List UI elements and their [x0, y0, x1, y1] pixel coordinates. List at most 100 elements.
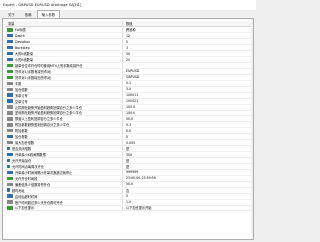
variable-name: Depth	[15, 33, 25, 38]
vertical-scrollbar[interactable]	[250, 19, 253, 239]
tab-bar: 关于 依赖 输入参数	[0, 10, 256, 18]
variable-cell: 开单最小K线间隔数根	[5, 152, 123, 158]
parameter-type-icon	[7, 188, 10, 192]
value-cell[interactable]: 3.0	[123, 87, 252, 92]
variable-cell: 大的K线数量	[5, 51, 123, 57]
value-cell[interactable]: 100011	[123, 93, 252, 98]
parameter-type-icon	[7, 117, 13, 121]
variable-name: Backstep	[15, 45, 30, 50]
variable-name: 盈利额在趋势开始盈利趋势回调百分之多少平仓	[15, 111, 82, 116]
tab-about[interactable]: 关于	[3, 11, 20, 18]
parameter-type-icon	[7, 129, 13, 133]
parameter-type-icon	[7, 63, 13, 68]
variable-name: 附加参数趋势盈利回调百分之多少平仓	[15, 123, 70, 128]
variable-name: 附加参数	[15, 129, 28, 134]
variable-cell: 手数	[5, 80, 123, 86]
tab-inputs[interactable]: 输入参数	[36, 10, 61, 18]
value-cell[interactable]: EURUSD	[123, 69, 252, 74]
value-cell[interactable]: 1.0	[123, 200, 252, 205]
value-cell[interactable]: 0.3	[123, 122, 252, 127]
variable-name: 最大加仓倍数	[15, 141, 35, 146]
value-cell[interactable]: 0.0	[123, 128, 252, 133]
parameter-type-icon	[7, 99, 13, 103]
variable-name: 货币对1(手数有减货币对)	[15, 69, 52, 74]
variable-cell: 账户时间超过多少天开仓再可开仓	[5, 199, 123, 205]
inputs-panel: 变量 数值 EA标题 跨品种 Depth 12 Deviation 5 Backstep 3 大…	[2, 18, 254, 240]
parameter-type-icon	[7, 28, 13, 32]
value-cell[interactable]: 12	[123, 33, 252, 38]
value-cell[interactable]: 100.0	[123, 105, 252, 110]
value-cell[interactable]: 是	[123, 146, 252, 151]
value-cell[interactable]: 否	[123, 188, 252, 193]
parameter-type-icon	[7, 200, 13, 204]
value-cell[interactable]: 300	[123, 152, 252, 157]
value-cell[interactable]: 5	[123, 194, 252, 199]
value-cell[interactable]: 5	[123, 134, 252, 139]
parameter-type-icon	[7, 105, 13, 109]
value-cell[interactable]: 50	[123, 51, 252, 56]
title-bar: Expert - GBPUSD EURUSD Arbitrage SA[H1]	[0, 0, 256, 10]
parameter-type-icon	[7, 176, 13, 180]
value-cell[interactable]: GBPUSD	[123, 75, 252, 80]
parameter-type-icon	[7, 170, 13, 175]
variable-name: 以下加仓提示	[15, 206, 35, 211]
value-cell[interactable]: 跨品种	[123, 27, 252, 32]
value-cell[interactable]: 50.0	[123, 116, 252, 121]
parameter-type-icon	[7, 135, 13, 139]
parameter-type-icon	[7, 194, 13, 198]
value-cell[interactable]: 23:00:00-23:59:59	[123, 176, 252, 181]
variable-cell: Backstep	[5, 45, 123, 51]
parameter-type-icon	[7, 51, 13, 56]
value-cell[interactable]: 以下加仓提示开始	[123, 206, 252, 210]
variable-name: 开单最小K线间隔数根	[15, 153, 46, 158]
parameter-type-icon	[7, 87, 13, 91]
variable-cell: 允许开仓时间段	[5, 175, 123, 181]
variable-name: 多单订号	[15, 93, 28, 98]
variable-name: 手数	[15, 81, 22, 86]
value-cell[interactable]: 0.005	[123, 140, 252, 145]
variable-cell: 以下加仓提示	[5, 205, 123, 211]
parameter-type-icon	[7, 81, 13, 85]
variable-cell: 锁单仓位均开仓时时使用MT4上的手数增减开仓	[5, 63, 123, 68]
value-cell[interactable]: 是	[123, 158, 252, 163]
value-cell[interactable]: 999999	[123, 170, 252, 175]
value-cell[interactable]: 100021	[123, 99, 252, 104]
variable-name: 小的K线数量	[15, 58, 34, 63]
value-cell[interactable]: 100.0	[123, 111, 252, 116]
value-cell[interactable]: 3	[123, 45, 252, 50]
parameter-type-icon	[7, 34, 13, 38]
parameter-type-icon	[7, 40, 13, 44]
variable-cell: 加仓参数	[5, 134, 123, 140]
variable-cell: Depth	[5, 33, 123, 39]
variable-name: 偏差值多少倍数暂停开仓	[15, 182, 51, 187]
value-cell[interactable]: 5	[123, 39, 252, 44]
variable-cell: EA标题	[5, 27, 123, 33]
variable-cell: 偏差值多少倍数暂停开仓	[5, 181, 123, 187]
table-row[interactable]: 以下加仓提示 以下加仓提示开始	[5, 205, 252, 212]
variable-cell: 允许开始加仓	[5, 158, 123, 163]
variable-cell: 空单订号	[5, 98, 123, 104]
header-variable[interactable]: 变量	[5, 21, 123, 27]
value-cell[interactable]: 是	[123, 164, 252, 169]
tab-dependencies[interactable]: 依赖	[20, 11, 37, 18]
parameter-type-icon	[7, 182, 13, 186]
variable-name: 允许开仓时间段	[15, 176, 38, 181]
value-cell[interactable]: 20	[123, 57, 252, 62]
grid-rows: EA标题 跨品种 Depth 12 Deviation 5 Backstep 3 大的K线数量 5…	[5, 27, 252, 212]
parameter-type-icon	[7, 75, 13, 80]
variable-cell: 最大加仓倍数	[5, 140, 123, 146]
parameter-type-icon	[7, 111, 13, 115]
header-value[interactable]: 数值	[123, 21, 252, 26]
parameter-type-icon	[7, 45, 13, 50]
variable-cell: 额度以上盈利回调百分之多少平仓	[5, 116, 123, 122]
variable-cell: 超时地址	[5, 187, 123, 193]
value-cell[interactable]: 50.0	[123, 182, 252, 187]
value-cell[interactable]: 0.1	[123, 81, 252, 86]
variable-cell: 货币对1(手数有减货币对)	[5, 68, 123, 74]
variable-name: 空单订号	[15, 99, 28, 104]
value-cell[interactable]	[123, 63, 252, 68]
parameter-type-icon	[7, 152, 13, 157]
parameter-type-icon	[7, 93, 13, 97]
variable-cell: 小的K线数量	[5, 57, 123, 63]
variable-name: 加仓倍数	[15, 87, 28, 92]
